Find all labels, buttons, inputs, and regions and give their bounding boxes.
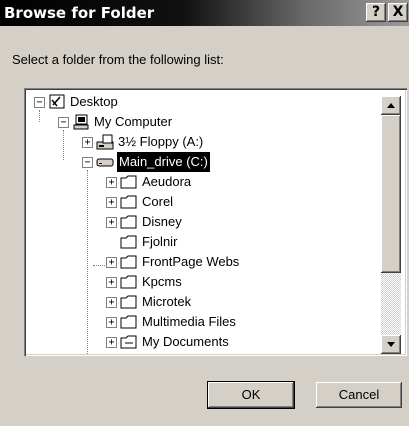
tree-item-multimedia-files[interactable]: + Multimedia Files (24, 312, 284, 332)
scroll-down-button[interactable] (381, 335, 401, 354)
tree-item-label: My Computer (94, 114, 173, 129)
ok-button[interactable]: OK (207, 381, 295, 409)
folder-icon (120, 215, 137, 229)
expand-icon[interactable]: + (106, 197, 117, 208)
hard-drive-icon (96, 158, 114, 167)
tree-item-label: Corel (142, 194, 174, 209)
tree-item-label: Disney (142, 214, 182, 229)
folder-icon (120, 295, 137, 309)
folder-icon (120, 315, 137, 329)
close-button[interactable]: X (388, 3, 408, 22)
title-bar[interactable]: Browse for Folder ? X (0, 0, 409, 26)
tree-item-my-documents[interactable]: + My Documents (24, 332, 284, 354)
expand-icon[interactable]: + (106, 217, 117, 228)
tree-item-label: Desktop (70, 94, 118, 109)
my-documents-folder-icon (120, 335, 137, 349)
tree-item-corel[interactable]: + Corel (24, 192, 284, 212)
folder-tree[interactable]: − Desktop − My Computer + 3½ Floppy (A:)… (24, 88, 407, 356)
folder-icon (120, 255, 137, 269)
expand-icon[interactable]: + (106, 297, 117, 308)
expand-icon[interactable]: + (106, 177, 117, 188)
tree-item-main-drive[interactable]: − Main_drive (C:) (24, 152, 264, 172)
instruction-text: Select a folder from the following list: (12, 52, 224, 67)
tree-item-aeudora[interactable]: + Aeudora (24, 172, 284, 192)
arrow-up-icon (387, 103, 395, 108)
folder-icon (120, 235, 137, 249)
arrow-down-icon (387, 342, 395, 347)
collapse-icon[interactable]: − (34, 97, 45, 108)
tree-item-fjolnir[interactable]: Fjolnir (24, 232, 284, 252)
tree-item-microtek[interactable]: + Microtek (24, 292, 284, 312)
tree-item-label: Main_drive (C:) (117, 152, 210, 172)
scrollbar-thumb[interactable] (381, 115, 401, 273)
computer-icon (73, 114, 89, 130)
window-title: Browse for Folder (4, 4, 155, 22)
tree-item-label: Multimedia Files (142, 314, 236, 329)
expand-icon[interactable]: + (106, 337, 117, 348)
folder-icon (120, 175, 137, 189)
tree-item-label: Aeudora (142, 174, 192, 189)
tree-item-label: Fjolnir (142, 234, 178, 249)
tree-item-label: My Documents (142, 334, 229, 349)
tree-item-label: 3½ Floppy (A:) (118, 134, 204, 149)
tree-item-label: Microtek (142, 294, 192, 309)
expand-icon[interactable]: + (82, 137, 93, 148)
tree-item-my-computer[interactable]: − My Computer (24, 112, 244, 132)
cancel-button[interactable]: Cancel (316, 382, 402, 408)
expand-icon[interactable]: + (106, 277, 117, 288)
desktop-icon (49, 94, 65, 109)
folder-icon (120, 195, 137, 209)
tree-item-desktop[interactable]: − Desktop (24, 92, 224, 112)
scroll-up-button[interactable] (381, 96, 401, 115)
browse-for-folder-dialog: Browse for Folder ? X Select a folder fr… (0, 0, 409, 426)
collapse-icon[interactable]: − (82, 157, 93, 168)
floppy-drive-icon (96, 134, 114, 150)
tree-item-label: Kpcms (142, 274, 182, 289)
tree-item-frontpage-webs[interactable]: + FrontPage Webs (24, 252, 284, 272)
folder-icon (120, 275, 137, 289)
help-button[interactable]: ? (366, 3, 386, 22)
vertical-scrollbar[interactable] (381, 96, 401, 354)
tree-item-floppy[interactable]: + 3½ Floppy (A:) (24, 132, 264, 152)
collapse-icon[interactable]: − (58, 117, 69, 128)
tree-item-kpcms[interactable]: + Kpcms (24, 272, 284, 292)
expand-icon[interactable]: + (106, 317, 117, 328)
expand-icon[interactable]: + (106, 257, 117, 268)
tree-item-disney[interactable]: + Disney (24, 212, 284, 232)
tree-item-label: FrontPage Webs (142, 254, 240, 269)
